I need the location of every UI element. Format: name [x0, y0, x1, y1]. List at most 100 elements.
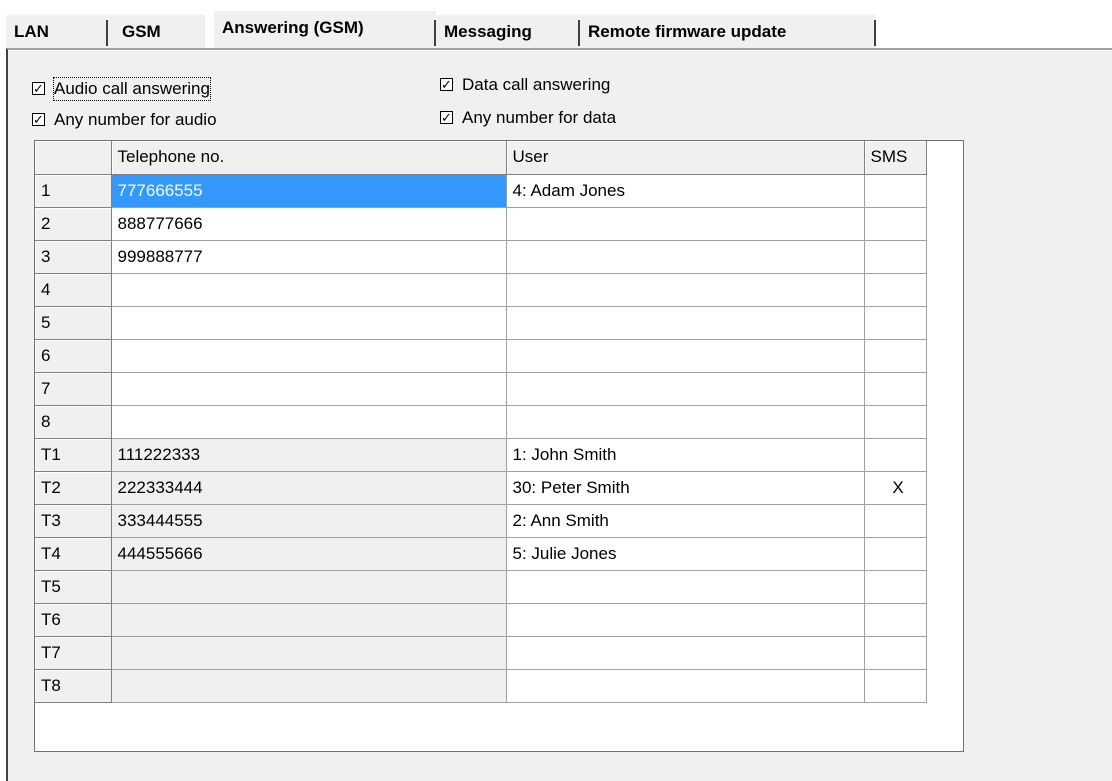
row-index-cell: T7 [35, 636, 112, 670]
user-cell[interactable]: 4: Adam Jones [506, 174, 865, 208]
column-header-user[interactable]: User [506, 141, 865, 175]
row-index-cell: 1 [35, 174, 112, 208]
row-index-cell: 4 [35, 273, 112, 307]
user-cell[interactable]: 5: Julie Jones [506, 537, 865, 571]
tab-remote-firmware-update[interactable]: Remote firmware update [580, 15, 876, 48]
sms-cell[interactable] [864, 669, 927, 703]
telephone-cell[interactable]: 999888777 [111, 240, 507, 274]
tab-label: Messaging [444, 22, 532, 41]
table-row[interactable]: T1 111222333 1: John Smith [35, 438, 927, 472]
user-cell[interactable] [506, 240, 865, 274]
telephone-cell[interactable]: 222333444 [111, 471, 507, 505]
user-cell[interactable] [506, 570, 865, 604]
sms-cell[interactable] [864, 306, 927, 340]
table-row[interactable]: T8 [35, 669, 927, 703]
table-row[interactable]: T3 333444555 2: Ann Smith [35, 504, 927, 538]
telephone-cell[interactable]: 888777666 [111, 207, 507, 241]
column-header-index [35, 141, 112, 175]
table-row[interactable]: T4 444555666 5: Julie Jones [35, 537, 927, 571]
user-cell[interactable] [506, 372, 865, 406]
table-row[interactable]: T6 [35, 603, 927, 637]
sms-cell[interactable] [864, 240, 927, 274]
sms-cell[interactable] [864, 339, 927, 373]
sms-cell[interactable] [864, 273, 927, 307]
sms-cell[interactable] [864, 603, 927, 637]
sms-cell[interactable] [864, 504, 927, 538]
telephone-cell[interactable] [111, 603, 507, 637]
audio-call-answering-label: Audio call answering [53, 77, 211, 101]
telephone-cell[interactable] [111, 636, 507, 670]
sms-cell[interactable] [864, 570, 927, 604]
tab-answering-gsm[interactable]: Answering (GSM) [214, 11, 436, 48]
row-index-cell: 2 [35, 207, 112, 241]
sms-cell[interactable] [864, 636, 927, 670]
window: ✓ Audio call answering ✓ Any number for … [0, 0, 1112, 781]
telephone-cell[interactable] [111, 339, 507, 373]
user-cell[interactable]: 30: Peter Smith [506, 471, 865, 505]
tab-label: LAN [14, 22, 49, 41]
table-row[interactable]: 1 777666555 4: Adam Jones [35, 174, 927, 208]
sms-cell[interactable] [864, 372, 927, 406]
sms-cell[interactable] [864, 405, 927, 439]
checkbox-icon: ✓ [440, 77, 453, 92]
table-row[interactable]: 5 [35, 306, 927, 340]
sms-cell[interactable] [864, 174, 927, 208]
grid-header-row: Telephone no. User SMS [35, 141, 927, 175]
sms-cell[interactable] [864, 537, 927, 571]
table-row[interactable]: 3 999888777 [35, 240, 927, 274]
checkbox-icon: ✓ [32, 81, 45, 96]
table-row[interactable]: T2 222333444 30: Peter Smith X [35, 471, 927, 505]
user-cell[interactable]: 2: Ann Smith [506, 504, 865, 538]
row-index-cell: T8 [35, 669, 112, 703]
row-index-cell: 5 [35, 306, 112, 340]
column-header-sms[interactable]: SMS [864, 141, 927, 175]
sms-cell[interactable] [864, 438, 927, 472]
tab-label: GSM [122, 22, 161, 41]
table-row[interactable]: 2 888777666 [35, 207, 927, 241]
phone-numbers-grid[interactable]: Telephone no. User SMS 1 777666555 4: Adam… [34, 140, 964, 752]
table-row[interactable]: 7 [35, 372, 927, 406]
table-row[interactable]: 8 [35, 405, 927, 439]
telephone-cell[interactable] [111, 306, 507, 340]
row-index-cell: 3 [35, 240, 112, 274]
telephone-cell[interactable]: 333444555 [111, 504, 507, 538]
user-cell[interactable] [506, 603, 865, 637]
telephone-cell[interactable]: 444555666 [111, 537, 507, 571]
row-index-cell: T3 [35, 504, 112, 538]
user-cell[interactable]: 1: John Smith [506, 438, 865, 472]
user-cell[interactable] [506, 273, 865, 307]
tab-strip: LAN GSM Answering (GSM) Messaging Remote… [6, 11, 1106, 49]
telephone-cell[interactable] [111, 273, 507, 307]
tab-messaging[interactable]: Messaging [436, 15, 580, 48]
row-index-cell: T2 [35, 471, 112, 505]
row-index-cell: 6 [35, 339, 112, 373]
telephone-cell[interactable]: 777666555 [111, 174, 507, 208]
row-index-cell: T5 [35, 570, 112, 604]
telephone-cell[interactable] [111, 405, 507, 439]
user-cell[interactable] [506, 669, 865, 703]
telephone-cell[interactable] [111, 372, 507, 406]
telephone-cell[interactable]: 111222333 [111, 438, 507, 472]
table-row[interactable]: T5 [35, 570, 927, 604]
any-number-for-audio-label: Any number for audio [54, 110, 217, 129]
user-cell[interactable] [506, 636, 865, 670]
row-index-cell: T4 [35, 537, 112, 571]
telephone-cell[interactable] [111, 669, 507, 703]
user-cell[interactable] [506, 306, 865, 340]
telephone-cell[interactable] [111, 570, 507, 604]
table-row[interactable]: 4 [35, 273, 927, 307]
any-number-for-data-label: Any number for data [462, 108, 617, 127]
tab-label: Answering (GSM) [222, 18, 364, 37]
tab-lan[interactable]: LAN [6, 15, 108, 48]
tab-label: Remote firmware update [588, 22, 787, 41]
table-row[interactable]: 6 [35, 339, 927, 373]
sms-cell[interactable] [864, 207, 927, 241]
tab-gsm[interactable]: GSM [108, 15, 205, 48]
user-cell[interactable] [506, 339, 865, 373]
user-cell[interactable] [506, 405, 865, 439]
row-index-cell: 8 [35, 405, 112, 439]
table-row[interactable]: T7 [35, 636, 927, 670]
user-cell[interactable] [506, 207, 865, 241]
sms-cell[interactable]: X [864, 471, 927, 505]
column-header-telephone[interactable]: Telephone no. [111, 141, 507, 175]
